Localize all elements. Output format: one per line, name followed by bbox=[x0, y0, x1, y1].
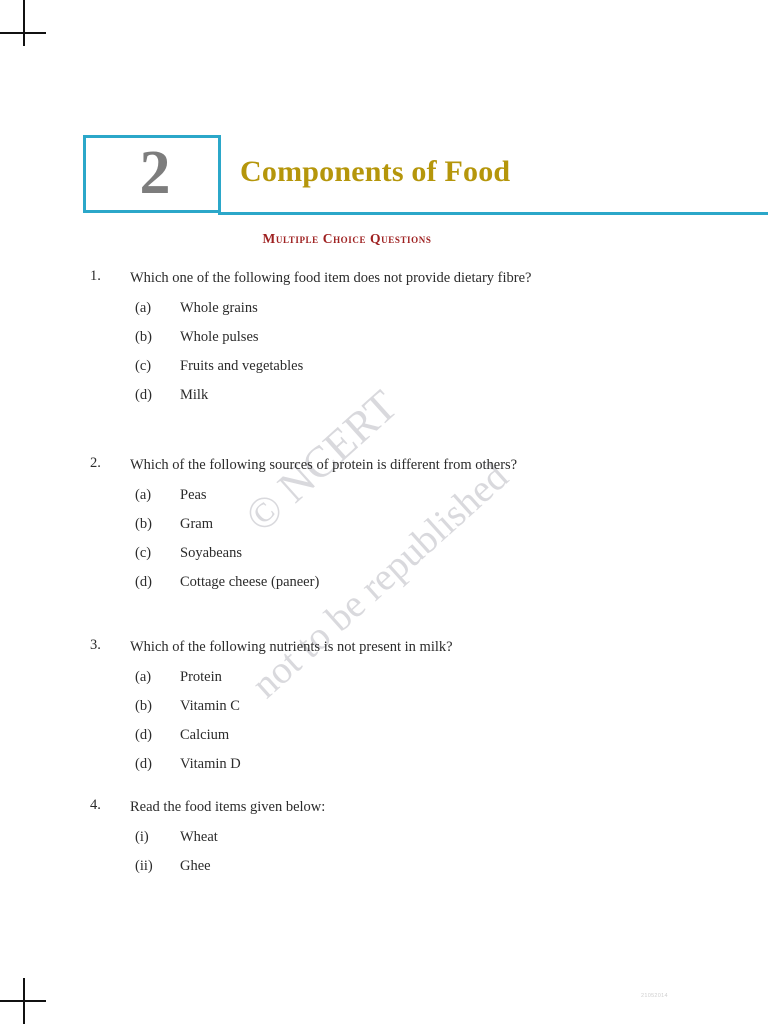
question-row: 2. Which of the following sources of prot… bbox=[90, 455, 595, 476]
option-row[interactable]: (d) Vitamin D bbox=[135, 756, 595, 785]
option-label: (b) bbox=[135, 516, 152, 532]
option-row[interactable]: (b) Gram bbox=[135, 516, 595, 545]
option-text: Calcium bbox=[180, 727, 230, 743]
option-text: Soyabeans bbox=[180, 545, 243, 561]
chapter-number-box: 2 bbox=[83, 135, 221, 213]
question-row: 4. Read the food items given below: bbox=[90, 797, 595, 818]
option-label: (d) bbox=[135, 727, 152, 743]
option-row[interactable]: (c) Soyabeans bbox=[135, 545, 595, 574]
option-text: Fruits and vegetables bbox=[180, 358, 304, 374]
option-text: Peas bbox=[180, 487, 207, 503]
chapter-header: 2 Components of Food bbox=[83, 135, 768, 220]
option-label: (b) bbox=[135, 698, 152, 714]
question-text: Which one of the following food item doe… bbox=[130, 270, 532, 286]
option-label: (c) bbox=[135, 545, 152, 561]
question-row: 1. Which one of the following food item d… bbox=[90, 268, 595, 289]
option-row[interactable]: (d) Calcium bbox=[135, 727, 595, 756]
option-text: Whole grains bbox=[180, 300, 258, 316]
option-row[interactable]: (b) Vitamin C bbox=[135, 698, 595, 727]
question-number: 3. bbox=[90, 637, 101, 653]
option-label: (d) bbox=[135, 574, 152, 590]
option-row[interactable]: (d) Cottage cheese (paneer) bbox=[135, 574, 595, 603]
option-text: Vitamin C bbox=[180, 698, 240, 714]
option-label: (ii) bbox=[135, 858, 153, 874]
question-block: 3. Which of the following nutrients is no… bbox=[90, 637, 595, 785]
option-text: Ghee bbox=[180, 858, 211, 874]
option-label: (i) bbox=[135, 829, 149, 845]
option-row[interactable]: (a) Whole grains bbox=[135, 300, 595, 329]
option-row[interactable]: (ii) Ghee bbox=[135, 858, 595, 887]
option-label: (a) bbox=[135, 487, 152, 503]
question-row: 3. Which of the following nutrients is no… bbox=[90, 637, 595, 658]
question-text: Read the food items given below: bbox=[130, 799, 326, 815]
option-text: Protein bbox=[180, 669, 222, 685]
option-label: (d) bbox=[135, 756, 152, 772]
option-list: (i) Wheat (ii) Ghee bbox=[135, 829, 595, 887]
section-heading: Multiple Choice Questions bbox=[262, 231, 432, 246]
option-label: (a) bbox=[135, 300, 152, 316]
question-number: 1. bbox=[90, 268, 101, 284]
footer-date-stamp: 21052014 bbox=[641, 993, 668, 999]
option-list: (a) Protein (b) Vitamin C (d) Calcium (d) Vitam… bbox=[135, 669, 595, 785]
question-number: 4. bbox=[90, 797, 101, 813]
option-text: Milk bbox=[180, 387, 209, 403]
option-list: (a) Whole grains (b) Whole pulses (c) Fruits … bbox=[135, 300, 595, 416]
question-block: 2. Which of the following sources of prot… bbox=[90, 455, 595, 603]
option-label: (c) bbox=[135, 358, 152, 374]
option-text: Vitamin D bbox=[180, 756, 241, 772]
option-label: (b) bbox=[135, 329, 152, 345]
question-block: 1. Which one of the following food item d… bbox=[90, 268, 595, 416]
option-text: Whole pulses bbox=[180, 329, 259, 345]
option-text: Wheat bbox=[180, 829, 218, 845]
page-title: Components of Food bbox=[240, 155, 511, 188]
option-row[interactable]: (d) Milk bbox=[135, 387, 595, 416]
option-row[interactable]: (a) Protein bbox=[135, 669, 595, 698]
option-list: (a) Peas (b) Gram (c) Soyabeans (d) Cottage che… bbox=[135, 487, 595, 603]
option-text: Cottage cheese (paneer) bbox=[180, 574, 320, 590]
chapter-number: 2 bbox=[139, 139, 171, 207]
title-underline-rule bbox=[218, 212, 768, 215]
option-row[interactable]: (a) Peas bbox=[135, 487, 595, 516]
option-label: (d) bbox=[135, 387, 152, 403]
question-text: Which of the following nutrients is not … bbox=[130, 639, 453, 655]
option-row[interactable]: (i) Wheat bbox=[135, 829, 595, 858]
option-label: (a) bbox=[135, 669, 152, 685]
option-row[interactable]: (b) Whole pulses bbox=[135, 329, 595, 358]
option-row[interactable]: (c) Fruits and vegetables bbox=[135, 358, 595, 387]
question-block: 4. Read the food items given below: (i) Whe… bbox=[90, 797, 595, 887]
page-canvas: © NCERT not to be republished 2 Componen… bbox=[0, 0, 768, 1024]
question-number: 2. bbox=[90, 455, 101, 471]
question-text: Which of the following sources of protei… bbox=[130, 457, 518, 473]
option-text: Gram bbox=[180, 516, 214, 532]
